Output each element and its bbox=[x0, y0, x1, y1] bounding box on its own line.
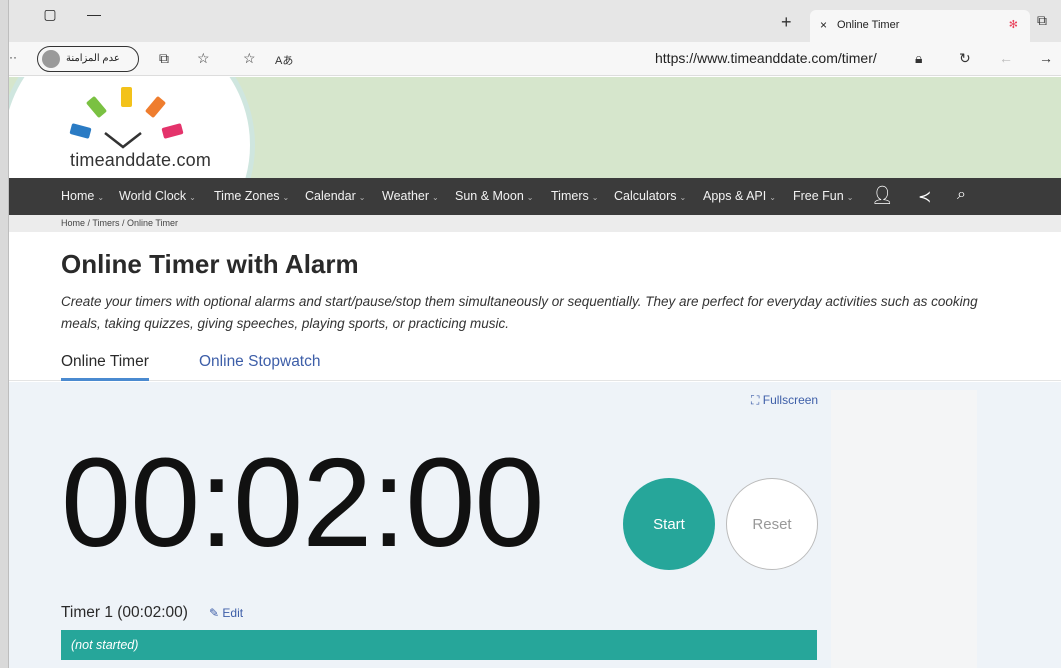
nav-calendar[interactable]: Calendar ⌄ bbox=[305, 189, 365, 203]
nav-apps-api[interactable]: Apps & API ⌄ bbox=[703, 189, 776, 203]
nav-time-zones[interactable]: Time Zones ⌄ bbox=[214, 189, 289, 203]
share-icon[interactable]: ≺ bbox=[918, 187, 931, 207]
back-icon[interactable]: → bbox=[1039, 50, 1053, 66]
nav-free-fun[interactable]: Free Fun ⌄ bbox=[793, 189, 853, 203]
pencil-icon: ✎ bbox=[209, 606, 223, 620]
page-title: Online Timer with Alarm bbox=[61, 249, 359, 279]
tab-actions-icon[interactable]: ⧉ bbox=[1037, 12, 1047, 29]
new-tab-button[interactable]: + bbox=[781, 12, 792, 33]
profile-button[interactable]: عدم المزامنة bbox=[37, 46, 139, 72]
timer-panel: ⛶ Fullscreen 00:02:00 Start Reset Timer … bbox=[9, 382, 1061, 668]
timer-status-bar: (not started) bbox=[61, 630, 817, 660]
tab-online-timer[interactable]: Online Timer bbox=[61, 353, 149, 381]
close-tab-icon[interactable]: × bbox=[820, 18, 827, 32]
forward-icon[interactable]: ← bbox=[999, 50, 1013, 66]
timer-name: Timer 1 (00:02:00) bbox=[61, 604, 188, 621]
edit-button[interactable]: ✎ Edit bbox=[209, 606, 243, 620]
read-aloud-icon[interactable]: Aあ bbox=[275, 52, 293, 68]
logo-suffix: .com bbox=[171, 150, 212, 170]
logo-name: timeanddate bbox=[70, 150, 172, 170]
fullscreen-button[interactable]: ⛶ Fullscreen bbox=[751, 393, 818, 408]
favorites-list-icon[interactable]: ☆ bbox=[197, 50, 210, 67]
nav-world-clock[interactable]: World Clock ⌄ bbox=[119, 189, 196, 203]
main-nav: Home ⌄ World Clock ⌄ Time Zones ⌄ Calendar ⌄… bbox=[9, 178, 1061, 215]
avatar-icon bbox=[42, 50, 60, 68]
side-panel bbox=[831, 390, 977, 668]
account-icon[interactable]: 👤︎ bbox=[871, 185, 894, 206]
nav-weather[interactable]: Weather ⌄ bbox=[382, 189, 439, 203]
reset-button[interactable]: Reset bbox=[726, 478, 818, 570]
breadcrumb-bar: Home / Timers / Online Timer bbox=[9, 215, 1061, 232]
profile-label: عدم المزامنة bbox=[66, 53, 120, 64]
minimize-icon[interactable]: — bbox=[83, 6, 105, 22]
breadcrumb[interactable]: Home / Timers / Online Timer bbox=[61, 218, 178, 228]
edit-label: Edit bbox=[222, 606, 244, 620]
fullscreen-icon: ⛶ bbox=[751, 393, 763, 407]
more-icon[interactable]: ·· bbox=[9, 50, 17, 64]
restore-icon[interactable]: ▢ bbox=[39, 6, 61, 23]
page-description: Create your timers with optional alarms … bbox=[61, 294, 978, 331]
nav-home[interactable]: Home ⌄ bbox=[61, 189, 104, 203]
browser-tab[interactable]: × Online Timer ✻ bbox=[810, 10, 1030, 42]
search-icon[interactable]: ⌕ bbox=[957, 186, 966, 204]
tab-online-stopwatch[interactable]: Online Stopwatch bbox=[199, 353, 321, 371]
nav-calculators[interactable]: Calculators ⌄ bbox=[614, 189, 686, 203]
add-favorite-icon[interactable]: ☆ bbox=[243, 50, 256, 67]
nav-timers[interactable]: Timers ⌄ bbox=[551, 189, 598, 203]
timer-display: 00:02:00 bbox=[61, 432, 544, 573]
favicon-icon: ✻ bbox=[1008, 19, 1018, 31]
fullscreen-label: Fullscreen bbox=[762, 393, 819, 407]
browser-window: ▢ — + × Online Timer ✻ ⧉ ·· عدم المزامنة… bbox=[8, 0, 1061, 668]
refresh-icon[interactable]: ↻ bbox=[959, 50, 971, 67]
start-button[interactable]: Start bbox=[623, 478, 715, 570]
address-bar[interactable]: https://www.timeanddate.com/timer/ bbox=[655, 50, 877, 66]
tab-title: Online Timer bbox=[837, 19, 900, 31]
address-toolbar: ·· عدم المزامنة ⧉ ☆ ☆ Aあ https://www.tim… bbox=[9, 42, 1061, 76]
nav-sun-moon[interactable]: Sun & Moon ⌄ bbox=[455, 189, 534, 203]
timer-status: (not started) bbox=[71, 638, 139, 652]
lock-icon[interactable]: 🔒︎ bbox=[915, 50, 922, 67]
site-header: timeanddate.com bbox=[9, 77, 1061, 178]
tab-bar: Online Timer Online Stopwatch bbox=[9, 345, 1061, 381]
collections-icon[interactable]: ⧉ bbox=[159, 50, 169, 67]
title-bar: ▢ — + × Online Timer ✻ ⧉ bbox=[9, 0, 1061, 42]
site-logo-text[interactable]: timeanddate.com bbox=[70, 150, 211, 171]
web-page: timeanddate.com Home ⌄ World Clock ⌄ Time … bbox=[9, 77, 1061, 668]
